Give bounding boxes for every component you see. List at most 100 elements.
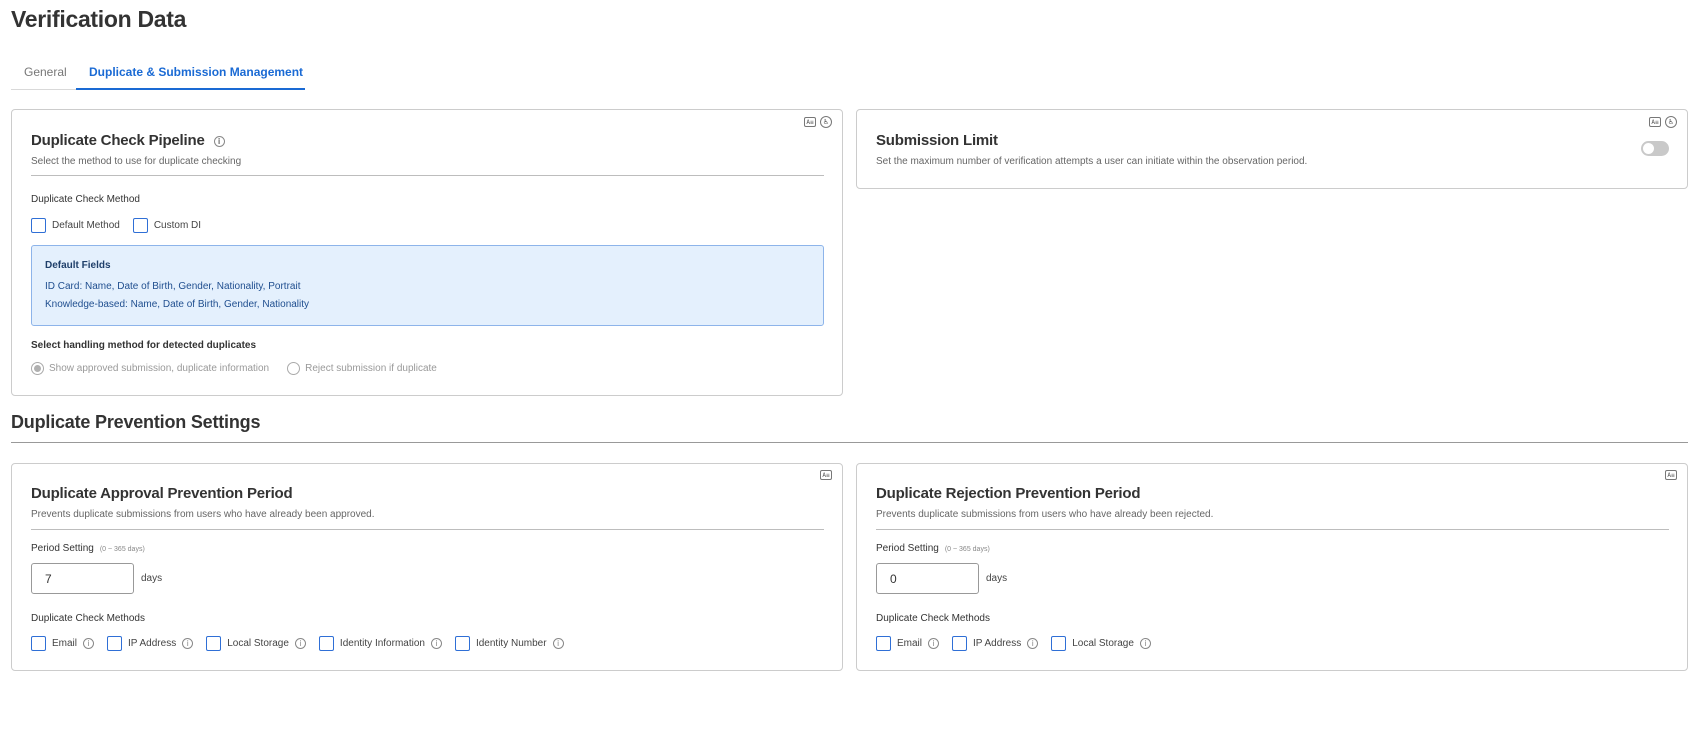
rejection-method-local-storage[interactable]: Local Storage i xyxy=(1051,636,1151,651)
rejection-title: Duplicate Rejection Prevention Period xyxy=(876,485,1141,502)
active-tab-indicator xyxy=(76,88,305,90)
tab-bar: General Duplicate & Submission Managemen… xyxy=(11,60,1688,91)
reject-submission-radio[interactable] xyxy=(287,362,301,375)
card-divider xyxy=(31,529,824,530)
identity-information-checkbox[interactable] xyxy=(318,636,334,651)
card-corner-icons: A≡ ♿ xyxy=(1649,116,1677,128)
radio-label: Reject submission if duplicate xyxy=(305,363,437,374)
method-default[interactable]: Default Method xyxy=(31,218,120,233)
duplicate-check-method-label: Duplicate Check Method xyxy=(31,194,140,205)
approval-method-ip-address[interactable]: IP Address i xyxy=(107,636,194,651)
email-checkbox[interactable] xyxy=(876,636,891,651)
checkbox-label: Local Storage xyxy=(1072,638,1134,649)
default-fields-id-card: ID Card: Name, Date of Birth, Gender, Na… xyxy=(45,281,301,292)
card-corner-icons: A≡ xyxy=(820,470,832,480)
period-label-text: Period Setting xyxy=(31,543,94,554)
pipeline-title: Duplicate Check Pipeline xyxy=(31,132,205,149)
card-subtitle: Select the method to use for duplicate c… xyxy=(31,156,242,167)
approval-title: Duplicate Approval Prevention Period xyxy=(31,485,293,502)
approval-subtitle: Prevents duplicate submissions from user… xyxy=(31,509,375,520)
checkbox-label: Default Method xyxy=(52,220,120,231)
identity-number-checkbox[interactable] xyxy=(454,636,470,651)
handling-options: Show approved submission, duplicate info… xyxy=(31,362,455,375)
info-icon[interactable]: i xyxy=(552,638,564,649)
accessibility-icon[interactable]: ♿ xyxy=(820,116,832,128)
approval-prevention-card: A≡ Duplicate Approval Prevention Period … xyxy=(11,463,843,671)
accessibility-icon[interactable]: ♿ xyxy=(1665,116,1677,128)
rejection-methods-checkboxes: Email i IP Address i Local Storage i xyxy=(876,636,1164,651)
rejection-subtitle: Prevents duplicate submissions from user… xyxy=(876,509,1214,520)
card-divider xyxy=(876,529,1669,530)
duplicate-check-methods-label: Duplicate Check Methods xyxy=(31,613,145,624)
id-card-icon[interactable]: A≡ xyxy=(1665,470,1677,480)
page-title: Verification Data xyxy=(11,6,187,32)
approval-method-identity-number[interactable]: Identity Number i xyxy=(454,636,564,651)
rejection-method-ip-address[interactable]: IP Address i xyxy=(952,636,1039,651)
ip-address-checkbox[interactable] xyxy=(952,636,968,651)
local-storage-checkbox[interactable] xyxy=(206,636,222,651)
custom-di-checkbox[interactable] xyxy=(132,218,148,233)
id-card-icon[interactable]: A≡ xyxy=(804,117,816,127)
card-corner-icons: A≡ ♿ xyxy=(804,116,832,128)
approval-method-email[interactable]: Email i xyxy=(31,636,95,651)
days-unit: days xyxy=(986,573,1008,584)
id-card-icon[interactable]: A≡ xyxy=(1649,117,1661,127)
default-fields-title: Default Fields xyxy=(45,260,111,271)
duplicate-prevention-settings-heading: Duplicate Prevention Settings xyxy=(11,412,261,432)
checkbox-label: IP Address xyxy=(128,638,177,649)
submission-limit-card: A≡ ♿ Submission Limit Set the maximum nu… xyxy=(856,109,1688,189)
info-icon[interactable]: i xyxy=(1139,638,1151,649)
period-range-hint: (0 ~ 365 days) xyxy=(99,546,145,553)
id-card-icon[interactable]: A≡ xyxy=(820,470,832,480)
handling-method-label: Select handling method for detected dupl… xyxy=(31,340,257,351)
tab-duplicate-submission-management[interactable]: Duplicate & Submission Management xyxy=(89,65,303,79)
checkbox-label: Identity Information xyxy=(339,638,425,649)
local-storage-checkbox[interactable] xyxy=(1051,636,1067,651)
info-icon[interactable]: i xyxy=(1027,638,1039,649)
default-fields-knowledge-based: Knowledge-based: Name, Date of Birth, Ge… xyxy=(45,299,310,310)
radio-label: Show approved submission, duplicate info… xyxy=(49,363,270,374)
duplicate-check-methods-label: Duplicate Check Methods xyxy=(876,613,990,624)
info-icon[interactable]: i xyxy=(182,638,194,649)
method-custom-di[interactable]: Custom DI xyxy=(132,218,202,233)
submission-limit-subtitle: Set the maximum number of verification a… xyxy=(876,156,1308,167)
default-fields-box: Default Fields ID Card: Name, Date of Bi… xyxy=(31,245,824,326)
toggle-knob xyxy=(1643,143,1654,154)
approval-method-identity-information[interactable]: Identity Information i xyxy=(318,636,442,651)
method-checkboxes: Default Method Custom DI xyxy=(31,218,214,233)
checkbox-label: Local Storage xyxy=(227,638,289,649)
period-setting-label: Period Setting (0 ~ 365 days) xyxy=(31,543,145,554)
checkbox-label: Custom DI xyxy=(153,220,202,231)
submission-limit-toggle[interactable] xyxy=(1641,141,1669,156)
info-icon[interactable]: i xyxy=(213,135,225,147)
checkbox-label: Email xyxy=(52,638,78,649)
period-label-text: Period Setting xyxy=(876,543,939,554)
default-method-checkbox[interactable] xyxy=(31,218,46,233)
rejection-prevention-card: A≡ Duplicate Rejection Prevention Period… xyxy=(856,463,1688,671)
checkbox-label: Email xyxy=(897,638,923,649)
info-icon[interactable]: i xyxy=(83,638,95,649)
approval-method-local-storage[interactable]: Local Storage i xyxy=(206,636,306,651)
show-approved-radio[interactable] xyxy=(31,362,44,375)
rejection-method-email[interactable]: Email i xyxy=(876,636,940,651)
approval-methods-checkboxes: Email i IP Address i Local Storage i Ide… xyxy=(31,636,577,651)
period-range-hint: (0 ~ 365 days) xyxy=(944,546,990,553)
period-setting-label: Period Setting (0 ~ 365 days) xyxy=(876,543,990,554)
approval-period-input[interactable] xyxy=(31,563,134,594)
days-unit: days xyxy=(141,573,163,584)
duplicate-check-pipeline-card: A≡ ♿ Duplicate Check Pipeline i Select t… xyxy=(11,109,843,396)
checkbox-label: Identity Number xyxy=(475,638,547,649)
tab-general[interactable]: General xyxy=(24,65,67,79)
checkbox-label: IP Address xyxy=(973,638,1022,649)
card-divider xyxy=(31,175,824,176)
rejection-period-input[interactable] xyxy=(876,563,979,594)
submission-limit-title: Submission Limit xyxy=(876,132,998,149)
info-icon[interactable]: i xyxy=(430,638,442,649)
card-corner-icons: A≡ xyxy=(1665,470,1677,480)
ip-address-checkbox[interactable] xyxy=(107,636,123,651)
email-checkbox[interactable] xyxy=(31,636,46,651)
card-title: Duplicate Check Pipeline i xyxy=(31,132,225,149)
section-divider xyxy=(11,442,1688,443)
info-icon[interactable]: i xyxy=(294,638,306,649)
info-icon[interactable]: i xyxy=(928,638,940,649)
